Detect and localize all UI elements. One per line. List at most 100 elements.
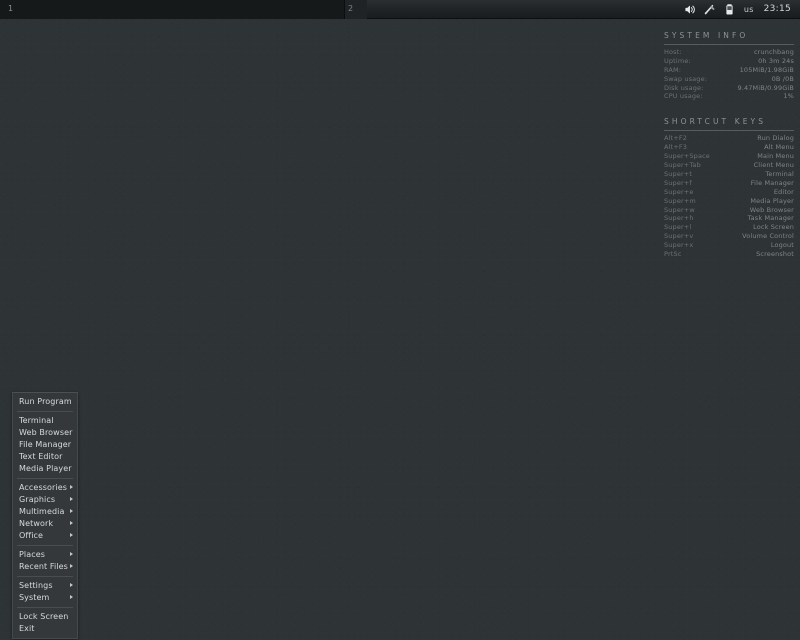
system-info-value: crunchbang [753, 47, 794, 56]
menu-item-system[interactable]: System [13, 592, 77, 604]
system-info-heading: SYSTEM INFO [664, 31, 749, 40]
system-info-row: Uptime: 0h 3m 24s [664, 57, 794, 66]
taskbar-desktop-2[interactable]: 2 [344, 0, 683, 19]
system-info-key: Uptime: [664, 56, 691, 65]
menu-item-label: Exit [19, 624, 35, 633]
menu-item-media-player[interactable]: Media Player [13, 463, 77, 475]
shortcut-key-row: Alt+F3 Alt Menu [664, 143, 794, 152]
submenu-arrow-icon [70, 509, 73, 513]
shortcut-key-key: Alt+F3 [664, 143, 688, 152]
submenu-arrow-icon [70, 595, 73, 599]
shortcut-key-value: File Manager [750, 178, 794, 187]
network-icon[interactable] [703, 3, 716, 16]
menu-item-exit[interactable]: Exit [13, 623, 77, 635]
openbox-root-menu[interactable]: Run Program Terminal Web Browser File Manag… [12, 392, 78, 639]
shortcut-key-key: Super+h [664, 214, 694, 223]
menu-item-label: Text Editor [19, 452, 63, 461]
shortcut-key-value: Logout [770, 241, 794, 250]
shortcut-key-key: Super+Tab [664, 160, 701, 169]
system-info-value: 1% [783, 92, 794, 101]
menu-item-label: Network [19, 519, 54, 528]
shortcut-key-value: Terminal [765, 169, 794, 178]
menu-item-recent-files[interactable]: Recent Files [13, 561, 77, 573]
menu-item-terminal[interactable]: Terminal [13, 415, 77, 427]
menu-item-office[interactable]: Office [13, 530, 77, 542]
shortcut-key-row: Super+h Task Manager [664, 214, 794, 223]
taskbar-desktop-1[interactable]: 1 [0, 0, 345, 19]
menu-item-label: Multimedia [19, 507, 65, 516]
system-info-key: Host: [664, 47, 682, 56]
submenu-arrow-icon [70, 485, 73, 489]
submenu-arrow-icon [70, 497, 73, 501]
shortcut-key-key: Super+x [664, 241, 694, 250]
shortcut-key-key: Super+f [664, 178, 692, 187]
shortcut-key-value: Run Dialog [757, 134, 794, 143]
menu-item-label: Web Browser [19, 428, 73, 437]
shortcut-key-value: Web Browser [749, 205, 794, 214]
menu-item-file-manager[interactable]: File Manager [13, 439, 77, 451]
shortcut-key-value: Task Manager [747, 214, 794, 223]
shortcut-key-value: Client Menu [753, 160, 794, 169]
shortcut-key-key: Super+t [664, 169, 693, 178]
shortcut-key-row: Super+Tab Client Menu [664, 161, 794, 170]
top-panel: 1 2 us 23:15 [0, 0, 800, 19]
menu-item-places[interactable]: Places [13, 549, 77, 561]
submenu-arrow-icon [70, 583, 73, 587]
shortcut-key-key: Super+e [664, 187, 694, 196]
desktop-2-label: 2 [347, 4, 354, 13]
clock[interactable]: 23:15 [762, 4, 791, 14]
shortcut-key-row: PrtSc Screenshot [664, 250, 794, 259]
shortcut-key-key: Super+w [664, 205, 695, 214]
shortcut-key-row: Super+l Lock Screen [664, 223, 794, 232]
system-tray: us 23:15 [683, 0, 800, 18]
conky-spacer [664, 101, 794, 118]
volume-icon[interactable] [683, 3, 696, 16]
shortcut-key-value: Screenshot [756, 250, 794, 259]
system-info-value: 0h 3m 24s [758, 56, 794, 65]
menu-item-label: Graphics [19, 495, 56, 504]
shortcut-keys-heading: SHORTCUT KEYS [664, 117, 767, 127]
menu-item-lock-screen[interactable]: Lock Screen [13, 611, 77, 623]
menu-item-network[interactable]: Network [13, 518, 77, 530]
shortcut-key-row: Super+v Volume Control [664, 232, 794, 241]
menu-item-label: Lock Screen [19, 612, 69, 621]
shortcut-key-row: Super+e Editor [664, 188, 794, 197]
menu-item-label: System [19, 593, 50, 602]
shortcut-key-row: Alt+F2 Run Dialog [664, 134, 794, 143]
shortcut-key-key: Super+m [664, 196, 696, 205]
menu-item-label: Media Player [19, 464, 72, 473]
shortcut-key-row: Super+t Terminal [664, 170, 794, 179]
menu-item-web-browser[interactable]: Web Browser [13, 427, 77, 439]
system-info-divider [664, 43, 794, 45]
shortcut-key-key: Super+v [664, 232, 694, 241]
battery-icon[interactable] [723, 3, 736, 16]
shortcut-key-row: Super+w Web Browser [664, 206, 794, 215]
shortcut-key-row: Super+x Logout [664, 241, 794, 250]
submenu-arrow-icon [70, 533, 73, 537]
menu-item-label: Accessories [19, 483, 67, 492]
menu-item-label: Recent Files [19, 562, 68, 571]
menu-separator [17, 411, 73, 412]
menu-item-accessories[interactable]: Accessories [13, 482, 77, 494]
shortcut-key-row: Super+m Media Player [664, 197, 794, 206]
submenu-arrow-icon [70, 564, 73, 568]
desktop-1-label: 1 [8, 4, 14, 13]
menu-item-label: Run Program [19, 397, 72, 406]
menu-item-run-program[interactable]: Run Program [13, 396, 77, 408]
shortcut-key-key: Super+l [664, 223, 692, 232]
menu-item-graphics[interactable]: Graphics [13, 494, 77, 506]
system-info-key: RAM: [664, 65, 682, 74]
menu-separator [17, 576, 73, 577]
menu-item-text-editor[interactable]: Text Editor [13, 451, 77, 463]
shortcut-keys-rows: Alt+F2 Run Dialog Alt+F3 Alt Menu Super+Spac… [664, 134, 794, 259]
system-info-key: Disk usage: [664, 83, 704, 92]
system-info-value: 9.47MiB/0.99GiB [737, 83, 794, 92]
menu-item-multimedia[interactable]: Multimedia [13, 506, 77, 518]
menu-item-settings[interactable]: Settings [13, 580, 77, 592]
conky-widget: SYSTEM INFO Host: crunchbang Uptime: 0h 3m … [664, 31, 794, 259]
system-info-value: 0B /0B [771, 74, 794, 83]
shortcut-key-row: Super+Space Main Menu [664, 152, 794, 161]
system-info-row: Swap usage: 0B /0B [664, 75, 794, 84]
keyboard-layout-indicator[interactable]: us [743, 5, 755, 14]
desktop-screen: 1 2 us 23:15 SYSTEM INFO Host: crunchban… [0, 0, 800, 640]
